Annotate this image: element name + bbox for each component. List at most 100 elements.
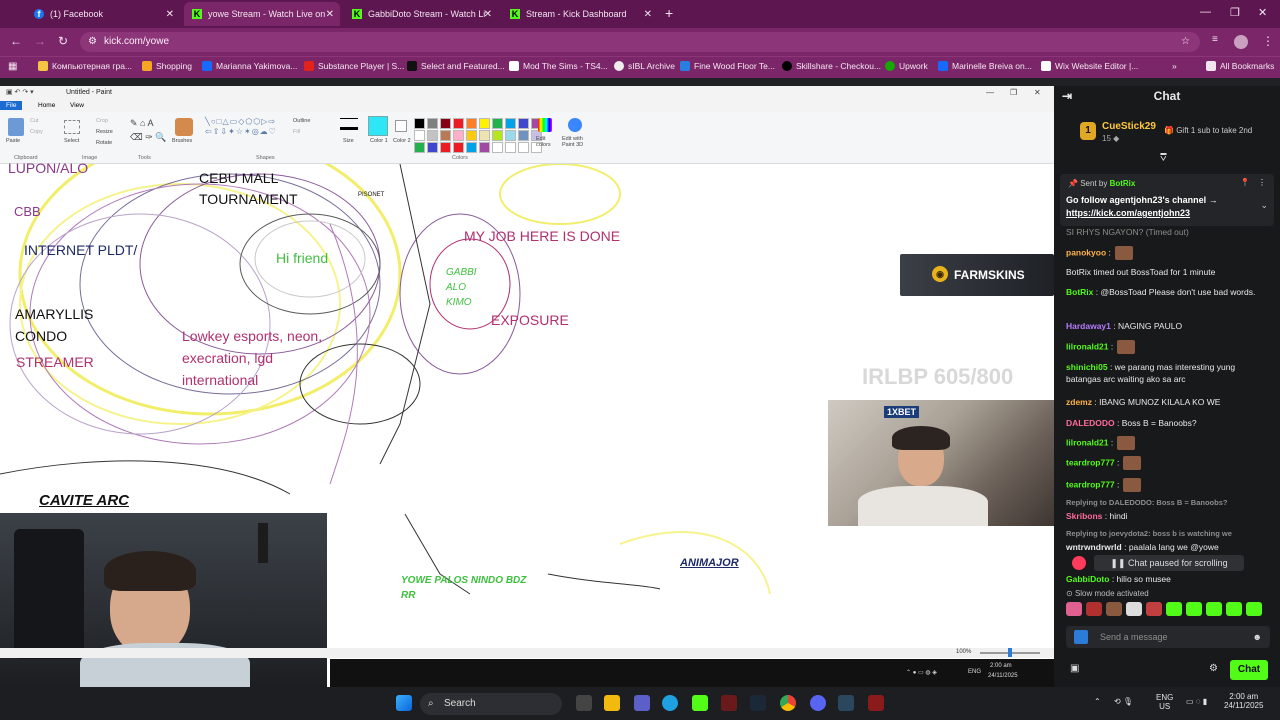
all-bookmarks[interactable]: All Bookmarks bbox=[1206, 61, 1274, 71]
profile-avatar[interactable] bbox=[1234, 35, 1248, 49]
clock[interactable]: 2:00 am 24/11/2025 bbox=[1224, 692, 1263, 710]
tab-gabbidoto-stream[interactable]: K GabbiDoto Stream - Watch Live ✕ bbox=[344, 2, 498, 26]
close-window-button[interactable]: ✕ bbox=[1258, 6, 1267, 19]
bookmark-item[interactable]: Shopping bbox=[142, 61, 192, 71]
language-indicator[interactable]: ENG US bbox=[1156, 693, 1173, 711]
chat-username[interactable]: DALEDODO bbox=[1066, 418, 1115, 428]
chat-username[interactable]: GabbiDoto bbox=[1066, 574, 1109, 584]
chat-message[interactable]: lilronald21 : bbox=[1066, 436, 1272, 450]
chat-message[interactable]: wntrwndrwrld : paalala lang we @yowe bbox=[1066, 541, 1272, 553]
pin-icon[interactable]: 📍 bbox=[1240, 178, 1250, 187]
chat-message[interactable]: teardrop777 : bbox=[1066, 456, 1272, 470]
back-button[interactable]: ← bbox=[10, 34, 22, 48]
address-bar[interactable]: ⚙ kick.com/yowe ☆ bbox=[80, 32, 1200, 52]
chat-message[interactable]: BotRix : @BossToad Please don't use bad … bbox=[1066, 286, 1272, 298]
steam-icon[interactable] bbox=[750, 695, 766, 711]
tab-facebook[interactable]: f (1) Facebook ✕ bbox=[26, 2, 180, 26]
site-info-icon[interactable]: ⚙ bbox=[88, 32, 97, 52]
emote-icon[interactable] bbox=[1166, 602, 1182, 616]
forward-button[interactable]: → bbox=[34, 34, 46, 48]
bookmark-item[interactable]: Mod The Sims - TS4... bbox=[509, 61, 608, 71]
bookmark-item[interactable]: Marianna Yakimova... bbox=[202, 61, 297, 71]
tab-kick-dashboard[interactable]: K Stream - Kick Dashboard ✕ bbox=[502, 2, 658, 26]
close-icon[interactable]: ✕ bbox=[166, 9, 174, 20]
close-icon[interactable]: ✕ bbox=[326, 9, 334, 20]
chat-message[interactable]: lilronald21 : bbox=[1066, 340, 1272, 354]
gift-icon[interactable]: ▣ bbox=[1070, 663, 1079, 674]
gift-leaderboard[interactable]: 1 CueStick29 15 ◆ 🎁 Gift 1 sub to take 2… bbox=[1054, 114, 1280, 148]
chat-message[interactable]: Skribons : hindi bbox=[1066, 510, 1272, 522]
menu-icon[interactable]: ⋮ bbox=[1262, 34, 1274, 48]
chat-username[interactable]: teardrop777 bbox=[1066, 457, 1115, 467]
chat-username[interactable]: Hardaway1 bbox=[1066, 321, 1111, 331]
emote-icon[interactable] bbox=[1106, 602, 1122, 616]
emote-icon[interactable] bbox=[1186, 602, 1202, 616]
tab-yowe-stream[interactable]: K yowe Stream - Watch Live on K ✕ bbox=[184, 2, 340, 26]
emote-icon[interactable] bbox=[1206, 602, 1222, 616]
chat-send-button[interactable]: Chat bbox=[1230, 660, 1268, 680]
network-volume-icons[interactable]: ▭ ◌ ▮ bbox=[1186, 697, 1207, 706]
stream-video[interactable]: ▣ ↶ ↷ ▾ Untitled - Paint — ❐ ✕ File Home… bbox=[0, 86, 1054, 687]
chat-username[interactable]: Skribons bbox=[1066, 511, 1102, 521]
emoji-icon[interactable]: ☻ bbox=[1253, 626, 1262, 648]
chevron-down-icon[interactable]: ⌄ bbox=[1260, 200, 1268, 211]
chat-message[interactable]: SI RHYS NGAYON? (Timed out) bbox=[1066, 226, 1272, 238]
chat-message[interactable]: Replying to joevydota2: boss b is watchi… bbox=[1066, 528, 1272, 540]
apps-icon[interactable]: ▦ bbox=[8, 61, 17, 72]
chat-username[interactable]: wntrwndrwrld bbox=[1066, 542, 1122, 552]
chat-username[interactable]: zdemz bbox=[1066, 397, 1092, 407]
expand-icon[interactable]: ⩢ bbox=[1160, 152, 1167, 165]
new-tab-button[interactable]: + bbox=[665, 5, 673, 21]
app-icon[interactable] bbox=[721, 695, 737, 711]
app-icon[interactable] bbox=[868, 695, 884, 711]
task-view-icon[interactable] bbox=[576, 695, 592, 711]
bookmark-item[interactable]: Upwork bbox=[885, 61, 928, 71]
chat-username[interactable]: SI RHYS NGAYON? bbox=[1066, 227, 1143, 237]
more-bookmarks-icon[interactable]: » bbox=[1172, 61, 1177, 71]
chat-message[interactable]: Replying to DALEDODO: Boss B = Banoobs? bbox=[1066, 497, 1272, 509]
emote-icon[interactable] bbox=[1086, 602, 1102, 616]
bookmark-item[interactable]: Select and Featured... bbox=[407, 61, 505, 71]
collapse-chat-icon[interactable]: ⇥ bbox=[1062, 86, 1072, 106]
emote-icon[interactable] bbox=[1226, 602, 1242, 616]
chat-username[interactable]: lilronald21 bbox=[1066, 341, 1109, 351]
tray-icons[interactable]: ⟲ 🎙 bbox=[1114, 697, 1133, 706]
bookmark-item[interactable]: Skillshare - Checkou... bbox=[782, 61, 881, 71]
steam-icon[interactable] bbox=[838, 695, 854, 711]
close-icon[interactable]: ✕ bbox=[644, 9, 652, 20]
bookmark-item[interactable]: Marinelle Breiva on... bbox=[938, 61, 1032, 71]
file-explorer-icon[interactable] bbox=[604, 695, 620, 711]
chat-username[interactable]: BotRix bbox=[1066, 287, 1093, 297]
more-icon[interactable]: ⋮ bbox=[1258, 178, 1266, 187]
kick-app-icon[interactable] bbox=[692, 695, 708, 711]
chat-paused-button[interactable]: ❚❚ Chat paused for scrolling bbox=[1094, 555, 1244, 571]
chat-message[interactable]: teardrop777 : bbox=[1066, 478, 1272, 492]
tray-overflow-icon[interactable]: ⌃ bbox=[1094, 697, 1101, 706]
bookmark-item[interactable]: Wix Website Editor |... bbox=[1041, 61, 1138, 71]
reload-button[interactable]: ↻ bbox=[58, 34, 68, 48]
minimize-button[interactable]: — bbox=[1200, 6, 1211, 18]
restore-button[interactable]: ❐ bbox=[1230, 6, 1240, 19]
bookmark-item[interactable]: sIBL Archive bbox=[614, 61, 675, 71]
teams-icon[interactable] bbox=[634, 695, 650, 711]
farmskins-banner[interactable]: ◉ FARMSKINS bbox=[900, 254, 1054, 296]
gift-cta[interactable]: 🎁 Gift 1 sub to take 2nd bbox=[1164, 126, 1252, 135]
chat-message[interactable]: Hardaway1 : NAGING PAULO bbox=[1066, 320, 1272, 332]
chat-username[interactable]: lilronald21 bbox=[1066, 437, 1109, 447]
chat-input[interactable]: Send a message ☻ bbox=[1066, 626, 1270, 648]
bookmark-item[interactable]: Substance Player | S... bbox=[304, 61, 404, 71]
chat-message[interactable]: zdemz : IBANG MUNOZ KILALA KO WE bbox=[1066, 396, 1272, 408]
pinned-message[interactable]: 📌 Sent by BotRix 📍 ⋮ Go follow agentjohn… bbox=[1060, 174, 1274, 226]
emote-icon[interactable] bbox=[1126, 602, 1142, 616]
bookmark-item[interactable]: Компьютерная гра... bbox=[38, 61, 132, 71]
emote-icon[interactable] bbox=[1246, 602, 1262, 616]
chat-username[interactable]: panokyoo bbox=[1066, 247, 1106, 257]
chat-message[interactable]: panokyoo : bbox=[1066, 246, 1272, 260]
kick-emote-icon[interactable] bbox=[1074, 630, 1088, 644]
discord-icon[interactable] bbox=[810, 695, 826, 711]
edge-icon[interactable] bbox=[662, 695, 678, 711]
gear-icon[interactable]: ⚙ bbox=[1209, 663, 1218, 674]
close-icon[interactable]: ✕ bbox=[484, 9, 492, 20]
chrome-icon[interactable] bbox=[780, 695, 796, 711]
bookmark-star-icon[interactable]: ☆ bbox=[1181, 32, 1190, 52]
